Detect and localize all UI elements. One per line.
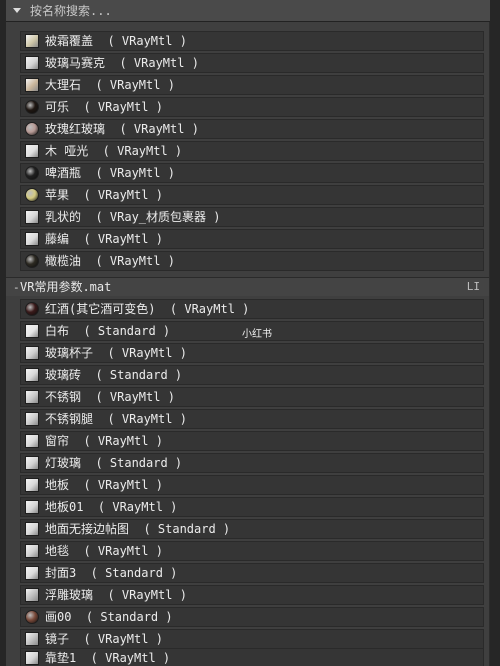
list-item[interactable]: 窗帘 ( VRayMtl ) <box>20 431 484 451</box>
search-bar <box>6 0 490 22</box>
material-sphere-icon <box>25 302 39 316</box>
material-sphere-icon <box>25 188 39 202</box>
material-label: 啤酒瓶 ( VRayMtl ) <box>45 166 175 180</box>
material-swatch-icon <box>25 651 39 665</box>
material-label: 乳状的 ( VRay_材质包裹器 ) <box>45 210 221 224</box>
material-swatch-icon <box>25 566 39 580</box>
material-label: 浮雕玻璃 ( VRayMtl ) <box>45 588 187 602</box>
material-label: 玻璃砖 ( Standard ) <box>45 368 183 382</box>
list-item[interactable]: 乳状的 ( VRay_材质包裹器 ) <box>20 207 484 227</box>
material-label: 窗帘 ( VRayMtl ) <box>45 434 163 448</box>
material-swatch-icon <box>25 34 39 48</box>
material-label: 地面无接边帖图 ( Standard ) <box>45 522 231 536</box>
material-swatch-icon <box>25 456 39 470</box>
material-label: 灯玻璃 ( Standard ) <box>45 456 183 470</box>
material-browser-panel: 被霜覆盖 ( VRayMtl ) 玻璃马赛克 ( VRayMtl ) 大理石 (… <box>6 0 490 666</box>
material-label: 画00 ( Standard ) <box>45 610 173 624</box>
material-label: 大理石 ( VRayMtl ) <box>45 78 175 92</box>
material-sphere-icon <box>25 254 39 268</box>
list-item[interactable]: 大理石 ( VRayMtl ) <box>20 75 484 95</box>
material-label: 木 哑光 ( VRayMtl ) <box>45 144 183 158</box>
material-label: 橄榄油 ( VRayMtl ) <box>45 254 175 268</box>
list-item[interactable]: 画00 ( Standard ) <box>20 607 484 627</box>
material-swatch-icon <box>25 632 39 646</box>
material-swatch-icon <box>25 78 39 92</box>
list-item[interactable]: 玻璃杯子 ( VRayMtl ) <box>20 343 484 363</box>
material-label: 镜子 ( VRayMtl ) <box>45 632 163 646</box>
list-item[interactable]: 灯玻璃 ( Standard ) <box>20 453 484 473</box>
material-sphere-icon <box>25 122 39 136</box>
list-item[interactable]: 镜子 ( VRayMtl ) <box>20 629 484 649</box>
list-item[interactable]: 玻璃马赛克 ( VRayMtl ) <box>20 53 484 73</box>
list-item[interactable]: 被霜覆盖 ( VRayMtl ) <box>20 31 484 51</box>
material-label: 玻璃杯子 ( VRayMtl ) <box>45 346 187 360</box>
list-item[interactable]: 地板 ( VRayMtl ) <box>20 475 484 495</box>
material-label: 可乐 ( VRayMtl ) <box>45 100 163 114</box>
material-label: 玻璃马赛克 ( VRayMtl ) <box>45 56 199 70</box>
material-label: 地毯 ( VRayMtl ) <box>45 544 163 558</box>
material-label: 地板 ( VRayMtl ) <box>45 478 163 492</box>
material-swatch-icon <box>25 232 39 246</box>
material-swatch-icon <box>25 500 39 514</box>
material-label: 不锈钢 ( VRayMtl ) <box>45 390 175 404</box>
material-label: 白布 ( Standard ) <box>45 324 171 338</box>
material-label: 靠垫1 ( VRayMtl ) <box>45 651 171 665</box>
list-item[interactable]: 红酒(其它酒可变色) ( VRayMtl ) <box>20 299 484 319</box>
chevron-down-icon[interactable] <box>13 8 21 13</box>
list-item[interactable]: 地面无接边帖图 ( Standard ) <box>20 519 484 539</box>
list-item[interactable]: 玻璃砖 ( Standard ) <box>20 365 484 385</box>
material-swatch-icon <box>25 544 39 558</box>
material-swatch-icon <box>25 324 39 338</box>
list-item[interactable]: 啤酒瓶 ( VRayMtl ) <box>20 163 484 183</box>
library-badge: LI <box>466 280 480 293</box>
list-item[interactable]: 靠垫1 ( VRayMtl ) <box>20 648 484 666</box>
material-swatch-icon <box>25 434 39 448</box>
material-label: 封面3 ( Standard ) <box>45 566 178 580</box>
material-swatch-icon <box>25 368 39 382</box>
material-label: 藤编 ( VRayMtl ) <box>45 232 163 246</box>
search-input[interactable] <box>30 2 470 19</box>
material-swatch-icon <box>25 346 39 360</box>
material-label: 被霜覆盖 ( VRayMtl ) <box>45 34 187 48</box>
material-swatch-icon <box>25 588 39 602</box>
material-label: 苹果 ( VRayMtl ) <box>45 188 163 202</box>
list-item[interactable]: 藤编 ( VRayMtl ) <box>20 229 484 249</box>
list-item[interactable]: 橄榄油 ( VRayMtl ) <box>20 251 484 271</box>
material-label: 玫瑰红玻璃 ( VRayMtl ) <box>45 122 199 136</box>
list-item[interactable]: 木 哑光 ( VRayMtl ) <box>20 141 484 161</box>
material-swatch-icon <box>25 390 39 404</box>
material-sphere-icon <box>25 610 39 624</box>
material-swatch-icon <box>25 478 39 492</box>
list-item[interactable]: 玫瑰红玻璃 ( VRayMtl ) <box>20 119 484 139</box>
list-item[interactable]: 浮雕玻璃 ( VRayMtl ) <box>20 585 484 605</box>
library-name: VR常用参数.mat <box>20 280 112 294</box>
material-swatch-icon <box>25 210 39 224</box>
material-swatch-icon <box>25 144 39 158</box>
material-sphere-icon <box>25 166 39 180</box>
list-item[interactable]: 地毯 ( VRayMtl ) <box>20 541 484 561</box>
list-item[interactable]: 地板01 ( VRayMtl ) <box>20 497 484 517</box>
list-item[interactable]: 苹果 ( VRayMtl ) <box>20 185 484 205</box>
watermark: 小红书 <box>242 329 272 340</box>
library-group-header[interactable]: - VR常用参数.mat LI <box>6 277 490 296</box>
list-item[interactable]: 不锈钢 ( VRayMtl ) <box>20 387 484 407</box>
vertical-scrollbar[interactable] <box>489 22 490 666</box>
material-label: 不锈钢腿 ( VRayMtl ) <box>45 412 187 426</box>
material-swatch-icon <box>25 412 39 426</box>
list-item[interactable]: 可乐 ( VRayMtl ) <box>20 97 484 117</box>
list-item[interactable]: 不锈钢腿 ( VRayMtl ) <box>20 409 484 429</box>
material-label: 地板01 ( VRayMtl ) <box>45 500 178 514</box>
material-sphere-icon <box>25 100 39 114</box>
material-swatch-icon <box>25 56 39 70</box>
material-label: 红酒(其它酒可变色) ( VRayMtl ) <box>45 302 250 316</box>
collapse-icon[interactable]: - <box>13 281 20 294</box>
material-swatch-icon <box>25 522 39 536</box>
list-item[interactable]: 封面3 ( Standard ) <box>20 563 484 583</box>
